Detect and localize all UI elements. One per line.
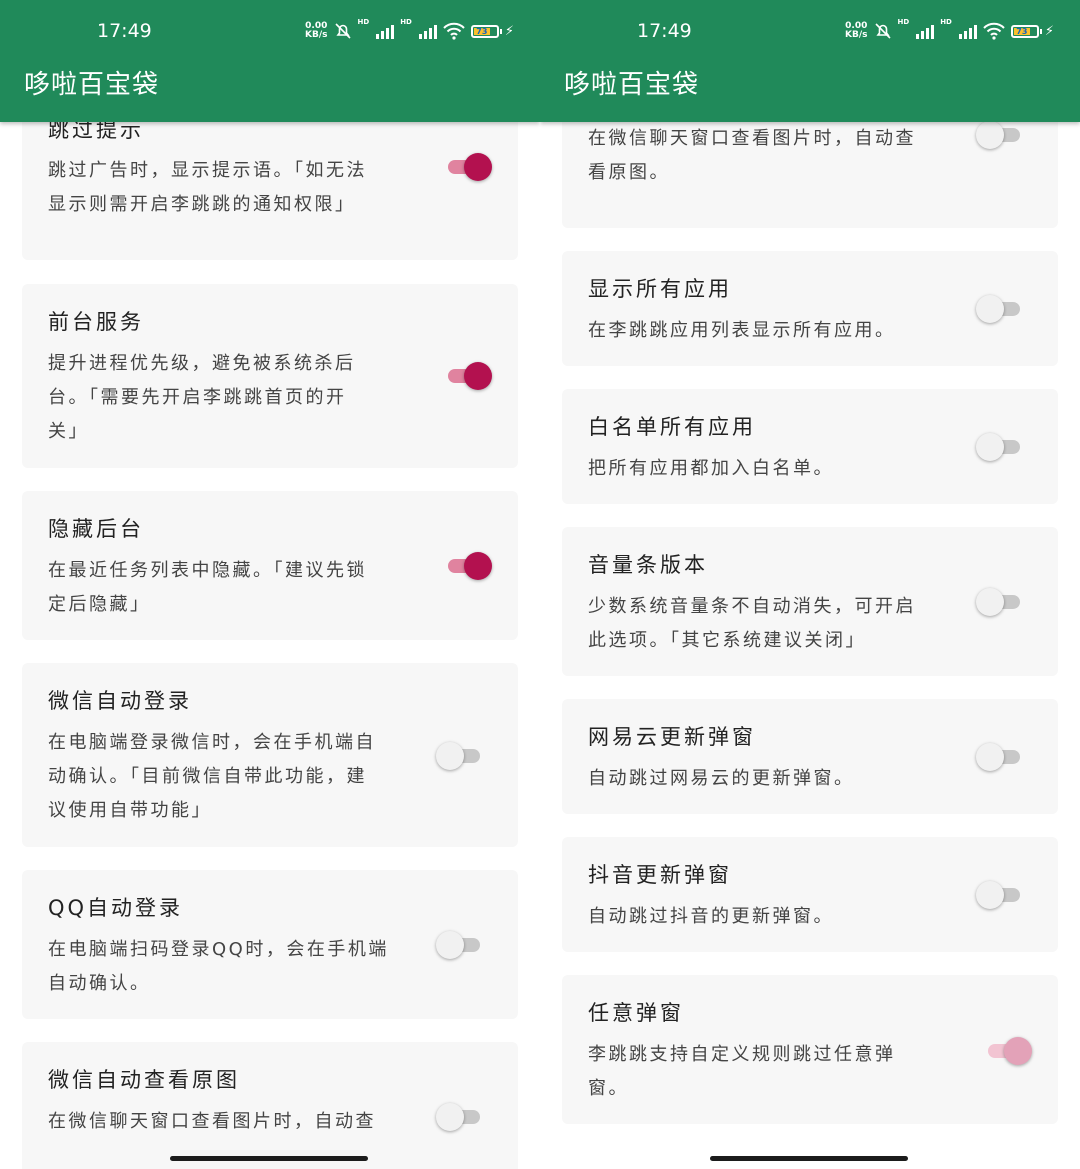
settings-list: 在微信聊天窗口查看图片时，自动查 看原图。 显示所有应用 在李跳跳应用列表显示所有…: [540, 102, 1080, 1169]
setting-title: 白名单所有应用: [588, 415, 756, 439]
toggle-switch[interactable]: [986, 1036, 1032, 1066]
setting-desc: 把所有应用都加入白名单。: [588, 458, 834, 479]
settings-list: 跳过提示 跳过广告时，显示提示语。「如无法 显示则需开启李跳跳的通知权限」 前台服…: [0, 102, 540, 1169]
net-speed: 0.00 KB/s: [845, 21, 868, 40]
toggle-switch[interactable]: [976, 587, 1022, 617]
setting-card-qq-login[interactable]: QQ自动登录 在电脑端扫码登录QQ时，会在手机端 自动确认。: [22, 870, 518, 1019]
setting-card-netease-update[interactable]: 网易云更新弹窗 自动跳过网易云的更新弹窗。: [562, 699, 1058, 814]
signal-icon: [916, 23, 935, 39]
setting-desc: 李跳跳支持自定义规则跳过任意弹 窗。: [588, 1044, 896, 1099]
wifi-icon: [983, 22, 1005, 40]
setting-title: 抖音更新弹窗: [588, 863, 732, 887]
setting-title: 前台服务: [48, 310, 144, 334]
right-screen: 17:49 0.00 KB/s HD HD 73 ⚡ 哆啦百宝袋 在微信聊天窗口查…: [540, 0, 1080, 1169]
toggle-switch[interactable]: [446, 361, 492, 391]
setting-desc: 少数系统音量条不自动消失，可开启 此选项。「其它系统建议关闭」: [588, 596, 916, 651]
setting-card-whitelist-all[interactable]: 白名单所有应用 把所有应用都加入白名单。: [562, 389, 1058, 504]
wifi-icon: [443, 22, 465, 40]
net-speed: 0.00 KB/s: [305, 21, 328, 40]
hd-label: HD: [897, 18, 910, 26]
signal-icon: [376, 23, 395, 39]
setting-card-foreground-service[interactable]: 前台服务 提升进程优先级，避免被系统杀后 台。「需要先开启李跳跳首页的开 关」: [22, 284, 518, 468]
setting-desc: 自动跳过抖音的更新弹窗。: [588, 906, 834, 927]
toggle-switch[interactable]: [436, 930, 482, 960]
home-indicator[interactable]: [170, 1156, 368, 1161]
app-bar: 17:49 0.00 KB/s HD HD 73 ⚡ 哆啦百宝袋: [540, 0, 1080, 122]
setting-desc: 自动跳过网易云的更新弹窗。: [588, 768, 855, 789]
battery-icon: 73: [1010, 24, 1042, 38]
app-bar: 17:49 0.00 KB/s HD HD 73 ⚡ 哆啦百宝袋: [0, 0, 540, 122]
setting-desc: 在李跳跳应用列表显示所有应用。: [588, 320, 896, 341]
charging-icon: ⚡: [504, 23, 514, 39]
setting-desc: 跳过广告时，显示提示语。「如无法 显示则需开启李跳跳的通知权限」: [48, 160, 367, 215]
setting-title: 音量条版本: [588, 553, 708, 577]
left-screen: 17:49 0.00 KB/s HD HD 73 ⚡ 哆啦百宝袋 跳过提示 跳过广…: [0, 0, 540, 1169]
setting-title: 隐藏后台: [48, 517, 144, 541]
setting-desc: 在微信聊天窗口查看图片时，自动查 看原图。: [588, 128, 916, 183]
setting-title: 微信自动登录: [48, 689, 192, 713]
mute-bell-icon: [334, 23, 351, 39]
toggle-switch[interactable]: [976, 432, 1022, 462]
setting-desc: 在电脑端扫码登录QQ时，会在手机端 自动确认。: [48, 939, 389, 994]
setting-desc: 提升进程优先级，避免被系统杀后 台。「需要先开启李跳跳首页的开 关」: [48, 353, 356, 442]
setting-card-show-all-apps[interactable]: 显示所有应用 在李跳跳应用列表显示所有应用。: [562, 251, 1058, 366]
hd-label-2: HD: [400, 18, 412, 26]
toggle-switch[interactable]: [436, 741, 482, 771]
status-icons: 0.00 KB/s HD HD 73 ⚡: [845, 18, 1054, 44]
battery-icon: 73: [470, 24, 502, 38]
toggle-switch[interactable]: [976, 120, 1022, 150]
mute-bell-icon: [874, 23, 891, 39]
setting-card-hide-recents[interactable]: 隐藏后台 在最近任务列表中隐藏。「建议先锁 定后隐藏」: [22, 491, 518, 640]
signal-icon-2: [418, 23, 437, 39]
signal-icon-2: [958, 23, 977, 39]
setting-title: QQ自动登录: [48, 896, 184, 920]
hd-label-2: HD: [940, 18, 952, 26]
app-title: 哆啦百宝袋: [564, 70, 700, 100]
app-title: 哆啦百宝袋: [24, 70, 160, 100]
toggle-switch[interactable]: [976, 742, 1022, 772]
setting-card-skip-hint[interactable]: 跳过提示 跳过广告时，显示提示语。「如无法 显示则需开启李跳跳的通知权限」: [22, 102, 518, 260]
setting-desc: 在最近任务列表中隐藏。「建议先锁 定后隐藏」: [48, 560, 367, 615]
status-time: 17:49: [637, 20, 692, 42]
home-indicator[interactable]: [710, 1156, 908, 1161]
setting-title: 网易云更新弹窗: [588, 725, 756, 749]
status-icons: 0.00 KB/s HD HD 73 ⚡: [305, 18, 514, 44]
toggle-switch[interactable]: [446, 152, 492, 182]
setting-card-volume-bar[interactable]: 音量条版本 少数系统音量条不自动消失，可开启 此选项。「其它系统建议关闭」: [562, 527, 1058, 676]
toggle-switch[interactable]: [446, 551, 492, 581]
status-time: 17:49: [97, 20, 152, 42]
setting-desc: 在微信聊天窗口查看图片时，自动查: [48, 1111, 376, 1132]
toggle-switch[interactable]: [436, 1102, 482, 1132]
toggle-switch[interactable]: [976, 880, 1022, 910]
setting-card-wechat-login[interactable]: 微信自动登录 在电脑端登录微信时，会在手机端自 动确认。「目前微信自带此功能，建议…: [22, 663, 518, 847]
setting-title: 任意弹窗: [588, 1001, 684, 1025]
setting-desc: 在电脑端登录微信时，会在手机端自 动确认。「目前微信自带此功能，建 议使用自带功能」: [48, 732, 376, 821]
setting-title: 显示所有应用: [588, 277, 732, 301]
hd-label: HD: [357, 18, 370, 26]
setting-card-any-popup[interactable]: 任意弹窗 李跳跳支持自定义规则跳过任意弹 窗。: [562, 975, 1058, 1124]
charging-icon: ⚡: [1044, 23, 1054, 39]
setting-card-douyin-update[interactable]: 抖音更新弹窗 自动跳过抖音的更新弹窗。: [562, 837, 1058, 952]
setting-title: 微信自动查看原图: [48, 1068, 240, 1092]
toggle-switch[interactable]: [976, 294, 1022, 324]
setting-card-wechat-original[interactable]: 微信自动查看原图 在微信聊天窗口查看图片时，自动查: [22, 1042, 518, 1169]
